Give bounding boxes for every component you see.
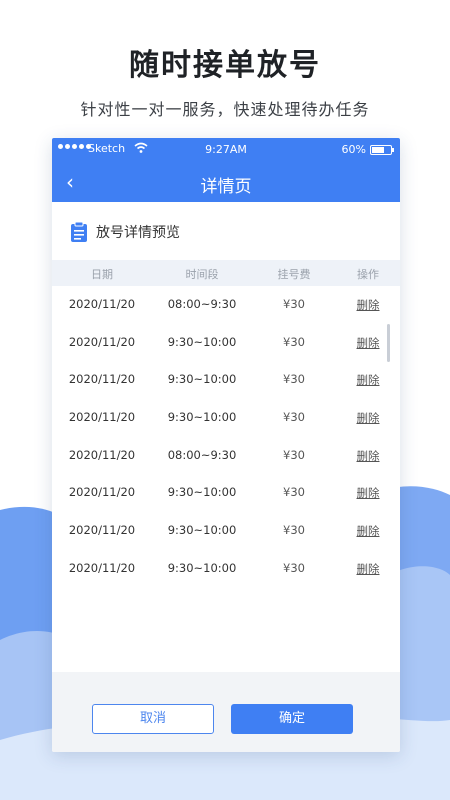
status-bar: Sketch 9:27AM 60% xyxy=(52,138,400,162)
cell-date: 2020/11/20 xyxy=(68,523,136,538)
cell-date: 2020/11/20 xyxy=(68,560,136,575)
cell-time: 9:30~10:00 xyxy=(167,523,237,538)
cell-time: 9:30~10:00 xyxy=(167,410,237,425)
cell-fee: ¥30 xyxy=(283,560,305,575)
nav-bar: ‹ 详情页 xyxy=(52,162,400,202)
cell-date: 2020/11/20 xyxy=(68,447,136,462)
cancel-button[interactable]: 取消 xyxy=(92,704,214,734)
cell-fee: ¥30 xyxy=(283,523,305,538)
delete-link[interactable]: 删除 xyxy=(336,335,400,351)
page-title: 详情页 xyxy=(200,177,252,197)
delete-link[interactable]: 删除 xyxy=(336,561,400,577)
cell-time: 9:30~10:00 xyxy=(167,372,237,387)
table-row: 2020/11/20 9:30~10:00 ¥30 删除 xyxy=(52,361,400,399)
table-row: 2020/11/20 08:00~9:30 ¥30 删除 xyxy=(52,437,400,475)
column-header-op: 操作 xyxy=(357,268,379,281)
footer-actions: 取消 确定 xyxy=(52,682,400,752)
cell-fee: ¥30 xyxy=(283,447,305,462)
promo-subtitle: 针对性一对一服务，快速处理待办任务 xyxy=(80,100,370,119)
delete-link[interactable]: 删除 xyxy=(336,297,400,313)
cell-time: 9:30~10:00 xyxy=(167,560,237,575)
table-row: 2020/11/20 9:30~10:00 ¥30 删除 xyxy=(52,512,400,550)
cell-time: 9:30~10:00 xyxy=(167,334,237,349)
scrollbar[interactable] xyxy=(387,324,390,362)
cell-fee: ¥30 xyxy=(283,297,305,311)
table-body: 2020/11/20 08:00~9:30 ¥30 删除 2020/11/20 … xyxy=(52,286,400,588)
column-header-time: 时间段 xyxy=(185,268,219,281)
card-title: 放号详情预览 xyxy=(96,225,180,241)
table-row: 2020/11/20 9:30~10:00 ¥30 删除 xyxy=(52,324,400,362)
cell-date: 2020/11/20 xyxy=(68,334,136,349)
cell-time: 9:30~10:00 xyxy=(167,485,237,500)
column-header-date: 日期 xyxy=(91,268,113,281)
cell-time: 08:00~9:30 xyxy=(167,297,237,311)
confirm-button[interactable]: 确定 xyxy=(231,704,353,734)
cell-fee: ¥30 xyxy=(283,410,305,425)
card-header: 放号详情预览 xyxy=(70,220,180,244)
preview-card: 放号详情预览 日期 时间段 挂号费 操作 2020/11/20 08:00~9:… xyxy=(52,202,400,672)
delete-link[interactable]: 删除 xyxy=(336,485,400,501)
phone-frame: Sketch 9:27AM 60% ‹ 详情页 放号详情预览 日期 时间段 挂号… xyxy=(52,138,400,752)
cell-date: 2020/11/20 xyxy=(68,410,136,425)
cell-date: 2020/11/20 xyxy=(68,372,136,387)
cell-date: 2020/11/20 xyxy=(68,485,136,500)
delete-link[interactable]: 删除 xyxy=(336,448,400,464)
cell-fee: ¥30 xyxy=(283,485,305,500)
table-row: 2020/11/20 9:30~10:00 ¥30 删除 xyxy=(52,399,400,437)
cell-fee: ¥30 xyxy=(283,334,305,349)
column-header-fee: 挂号费 xyxy=(277,268,311,281)
promo-title: 随时接单放号 xyxy=(129,48,321,83)
table-row: 2020/11/20 08:00~9:30 ¥30 删除 xyxy=(52,286,400,324)
delete-link[interactable]: 删除 xyxy=(336,372,400,388)
cell-date: 2020/11/20 xyxy=(68,297,136,311)
cell-fee: ¥30 xyxy=(283,372,305,387)
clipboard-icon xyxy=(71,221,87,242)
table-row: 2020/11/20 9:30~10:00 ¥30 删除 xyxy=(52,474,400,512)
table-row: 2020/11/20 9:30~10:00 ¥30 删除 xyxy=(52,550,400,588)
table-header: 日期 时间段 挂号费 操作 xyxy=(52,260,400,286)
delete-link[interactable]: 删除 xyxy=(336,523,400,539)
cell-time: 08:00~9:30 xyxy=(167,447,237,462)
delete-link[interactable]: 删除 xyxy=(336,410,400,426)
battery-percent: 60% xyxy=(341,143,366,156)
battery-icon xyxy=(370,145,394,155)
